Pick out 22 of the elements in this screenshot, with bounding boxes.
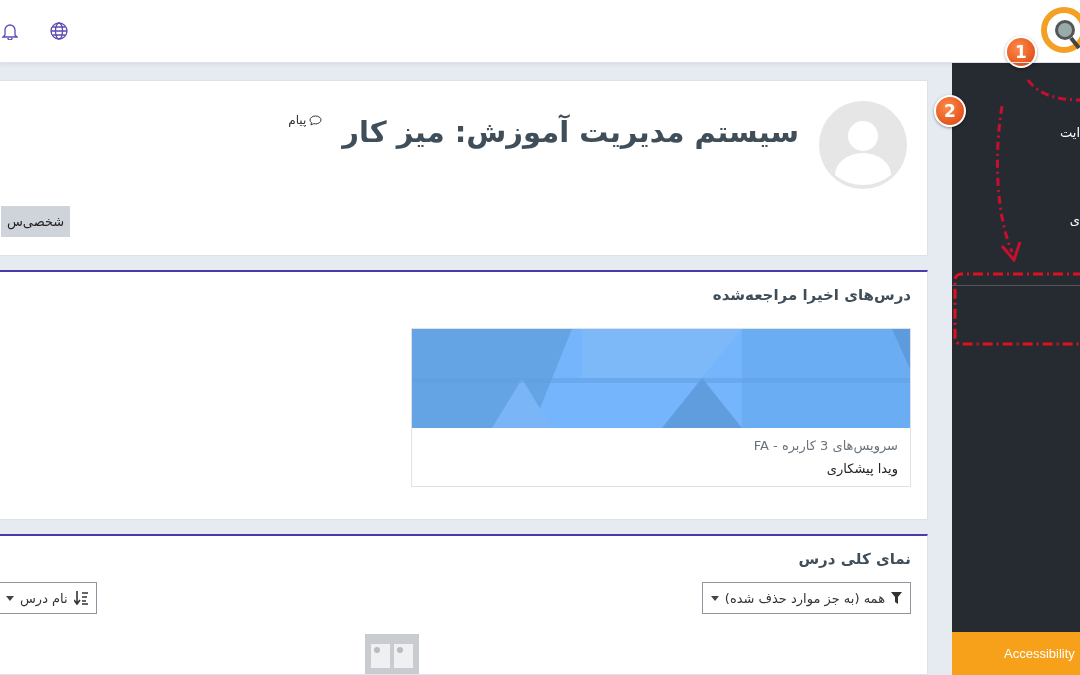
filter-dropdown[interactable]: همه (به جز موارد حذف شده): [701, 582, 911, 614]
course-category: سرویس‌های 3 کاربره - FA: [752, 438, 898, 453]
sort-dropdown[interactable]: نام درس: [0, 582, 97, 614]
bell-icon[interactable]: [2, 22, 18, 40]
sidebar-item[interactable]: ی: [952, 212, 1080, 227]
customize-button[interactable]: شخصی‌س: [1, 206, 71, 237]
speech-bubble-icon: [309, 114, 323, 126]
caret-icon: [710, 595, 719, 601]
logo-icon[interactable]: [1038, 6, 1080, 54]
funnel-icon: [891, 592, 902, 604]
globe-icon[interactable]: [50, 22, 68, 40]
section-heading: درس‌های اخیرا مراجعه‌شده: [711, 286, 911, 304]
course-placeholder-icon: [365, 634, 419, 674]
course-name[interactable]: ویدا پیشکاری: [424, 461, 898, 476]
page-title: سیستم مدیریت آموزش: میز کار: [342, 115, 799, 149]
section-heading: نمای کلی درس: [797, 550, 911, 568]
course-card[interactable]: سرویس‌های 3 کاربره - FA ویدا پیشکاری: [411, 328, 911, 487]
sort-icon: [73, 591, 88, 605]
message-link[interactable]: پیام: [288, 113, 323, 127]
caret-icon: [6, 595, 14, 601]
sidebar-item[interactable]: ایت: [952, 125, 1080, 140]
avatar-icon: [819, 101, 907, 189]
